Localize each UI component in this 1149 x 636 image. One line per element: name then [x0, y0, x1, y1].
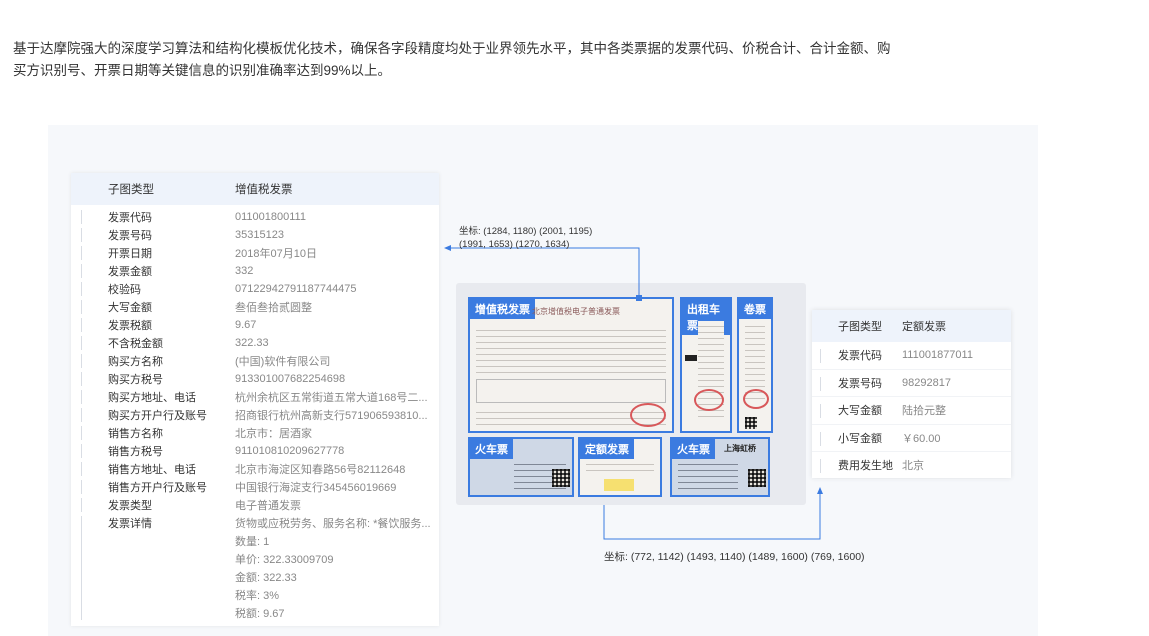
table-header: 子图类型 定额发票: [812, 310, 1011, 342]
table-row: 大写金额 陆拾元整: [812, 397, 1011, 425]
row-marker: [820, 349, 821, 363]
field-key: 小写金额: [838, 432, 882, 445]
intro-line-1: 基于达摩院强大的深度学习算法和结构化模板优化技术，确保各字段精度均处于业界领先水…: [13, 41, 891, 56]
table-row: 发票号码 98292817: [812, 370, 1011, 397]
table-row: 小写金额 ￥60.00: [812, 425, 1011, 452]
coordinate-line-2: (1991, 1653) (1270, 1634): [459, 239, 570, 250]
field-key: 大写金额: [838, 405, 882, 418]
row-marker: [820, 459, 821, 473]
coordinate-label-bottom: 坐标: (772, 1142) (1493, 1140) (1489, 1600…: [604, 551, 865, 563]
field-key: 发票代码: [838, 350, 882, 363]
row-marker: [820, 431, 821, 446]
field-value: 98292817: [902, 376, 951, 389]
row-marker: [820, 404, 821, 418]
table-row: 发票代码 111001877011: [812, 342, 1011, 370]
field-value: 111001877011: [902, 349, 973, 362]
coordinate-line-1: 坐标: (1284, 1180) (2001, 1195): [459, 226, 593, 237]
row-marker: [820, 376, 821, 391]
field-key: 发票号码: [838, 377, 882, 390]
fixed-invoice-result-table: 子图类型 定额发票 发票代码 111001877011 发票号码 98292817 大写…: [812, 310, 1011, 480]
field-value: ￥60.00: [902, 432, 941, 445]
coordinate-label-top: 坐标: (1284, 1180) (2001, 1195) (1991, 165…: [459, 225, 592, 251]
demo-stage: 子图类型 增值税发票 发票代码 011001800111 发票号码 35315123 开…: [48, 125, 1038, 636]
field-value: 北京: [902, 460, 924, 473]
field-value: 陆拾元整: [902, 405, 946, 418]
table-body: 发票代码 111001877011 发票号码 98292817 大写金额 陆拾元整小写金额…: [812, 342, 1011, 480]
header-key: 子图类型: [838, 321, 882, 333]
intro-line-2: 买方识别号、开票日期等关键信息的识别准确率达到99%以上。: [13, 63, 392, 78]
table-row: 费用发生地 北京: [812, 452, 1011, 480]
header-value: 定额发票: [902, 321, 946, 333]
field-key: 费用发生地: [838, 460, 893, 473]
intro-text: 基于达摩院强大的深度学习算法和结构化模板优化技术，确保各字段精度均处于业界领先水…: [13, 38, 1093, 82]
